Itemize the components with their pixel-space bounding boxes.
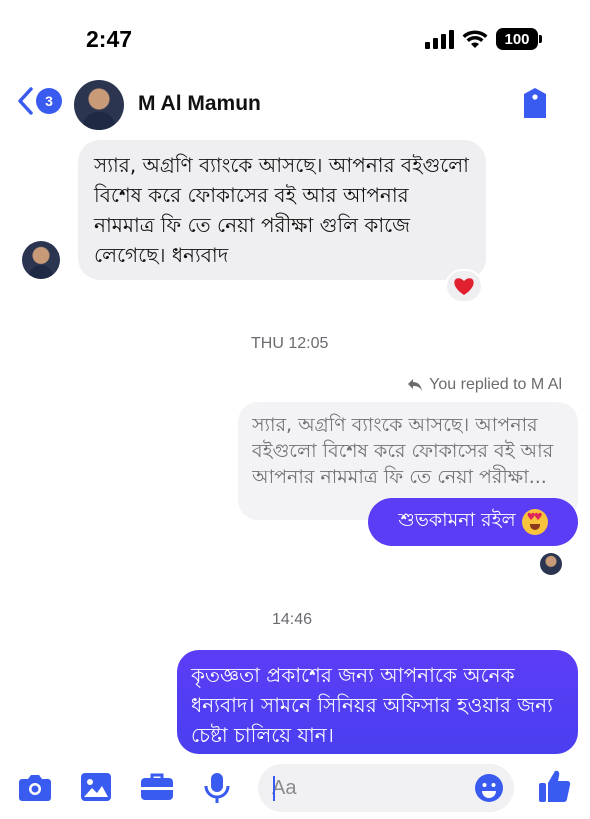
- status-icons: 100: [425, 28, 542, 50]
- battery-icon: 100: [496, 28, 542, 50]
- heart-icon: [454, 278, 474, 295]
- read-receipt-avatar: [540, 553, 562, 575]
- replied-label: You replied to M Al: [429, 376, 562, 393]
- unread-count-badge: 3: [36, 88, 62, 114]
- sender-avatar[interactable]: [22, 241, 60, 279]
- reply-arrow-icon: [408, 379, 423, 391]
- briefcase-icon[interactable]: [140, 772, 174, 802]
- contact-name[interactable]: M Al Mamun: [138, 92, 261, 116]
- heart-eyes-emoji-icon: [521, 509, 548, 535]
- heart-reaction[interactable]: [445, 269, 483, 303]
- status-bar: 2:47 100: [0, 0, 590, 70]
- emoji-icon[interactable]: [474, 773, 504, 803]
- shield-icon[interactable]: [520, 86, 550, 120]
- thumbs-up-icon[interactable]: [538, 768, 572, 804]
- chat-header: 3 M Al Mamun: [0, 72, 590, 136]
- contact-avatar[interactable]: [74, 80, 124, 130]
- wifi-icon: [462, 30, 488, 48]
- quoted-text: স্যার, অগ্রণি ব্যাংকে আসছে। আপনার বইগুলো…: [252, 414, 554, 488]
- incoming-message[interactable]: স্যার, অগ্রণি ব্যাংকে আসছে। আপনার বইগুলো…: [78, 140, 486, 280]
- timestamp: 14:46: [272, 611, 313, 628]
- message-input[interactable]: [272, 776, 452, 800]
- camera-icon[interactable]: [18, 772, 52, 802]
- reply-text: শুভকামনা রইল: [398, 509, 516, 531]
- message-input-box[interactable]: [258, 764, 514, 812]
- status-time: 2:47: [86, 26, 133, 52]
- replied-indicator: You replied to M Al: [407, 376, 562, 394]
- outgoing-message[interactable]: কৃতজ্ঞতা প্রকাশের জন্য আপনাকে অনেক ধন্যব…: [177, 650, 578, 754]
- outgoing-reply-message[interactable]: শুভকামনা রইল: [368, 498, 578, 546]
- message-composer: [0, 756, 590, 819]
- cellular-signal-icon: [425, 29, 454, 49]
- back-button[interactable]: 3: [16, 86, 62, 116]
- chevron-left-icon: [18, 87, 33, 115]
- microphone-icon[interactable]: [204, 772, 230, 804]
- timestamp: THU 12:05: [251, 335, 329, 352]
- image-icon[interactable]: [80, 772, 112, 802]
- text-caret: [273, 776, 275, 801]
